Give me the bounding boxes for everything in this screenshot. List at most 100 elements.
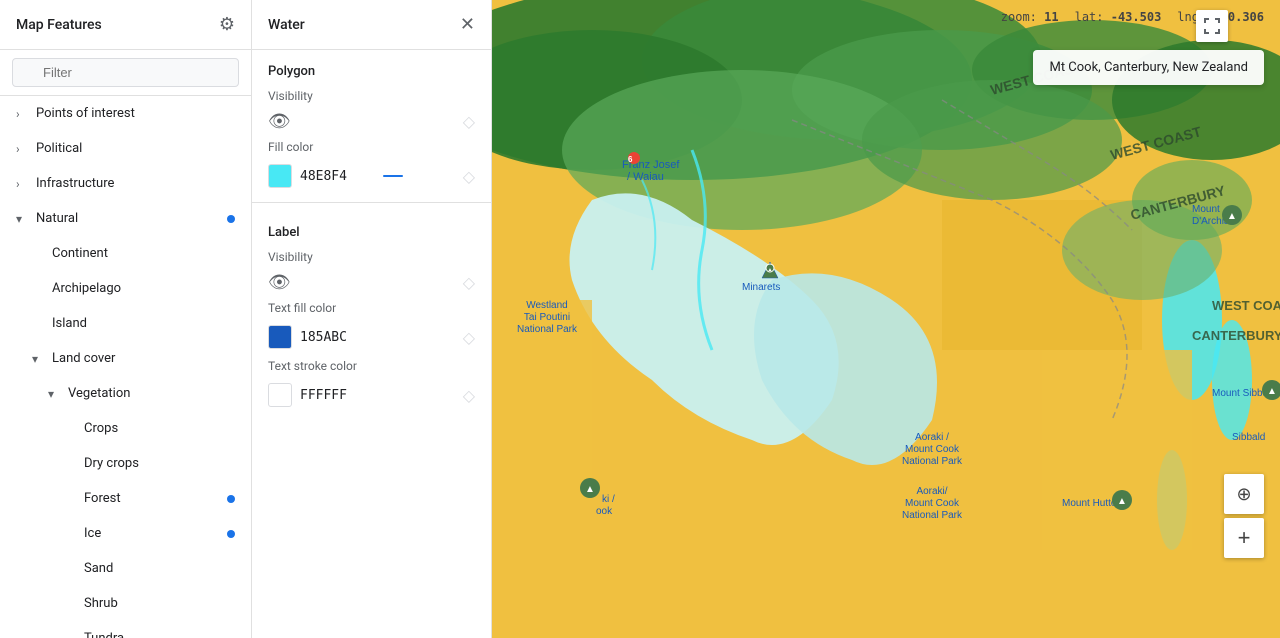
label-visibility-label: Visibility	[252, 246, 491, 264]
svg-text:Mount Cook: Mount Cook	[905, 498, 960, 509]
fill-color-diamond[interactable]: ◇	[463, 167, 475, 186]
svg-text:▲: ▲	[585, 484, 595, 495]
svg-text:Westland: Westland	[526, 300, 568, 311]
left-panel: Map Features ⚙ ☰ › Points of interest › Pol…	[0, 0, 252, 638]
sidebar-item-label: Forest	[84, 491, 227, 506]
fill-color-label: Fill color	[252, 136, 491, 154]
sidebar-item-label: Vegetation	[68, 386, 235, 401]
map-area[interactable]: zoom: 11 lat: -43.503 lng: 170.306 Mt Co…	[492, 0, 1280, 638]
sidebar-item-natural[interactable]: ▾Natural	[0, 201, 251, 236]
fill-color-swatch[interactable]	[268, 164, 292, 188]
chevron-icon: ›	[16, 107, 28, 121]
expand-icon	[1203, 17, 1221, 35]
active-dot	[227, 495, 235, 503]
sidebar-item-label: Ice	[84, 526, 227, 541]
sidebar-item-continent[interactable]: Continent	[0, 236, 251, 271]
polygon-section-title: Polygon	[252, 50, 491, 85]
chevron-icon: ›	[16, 142, 28, 156]
location-button[interactable]: ⊕	[1224, 474, 1264, 514]
svg-text:Aoraki/: Aoraki/	[916, 486, 947, 497]
text-stroke-diamond[interactable]: ◇	[463, 386, 475, 405]
chevron-icon: ›	[16, 177, 28, 191]
mid-panel: Water ✕ Polygon Visibility 👁 ◇ Fill colo…	[252, 0, 492, 638]
sidebar-item-label: Infrastructure	[36, 176, 235, 191]
sidebar-item-label: Continent	[52, 246, 235, 261]
zoom-in-button[interactable]: +	[1224, 518, 1264, 558]
sidebar-item-island[interactable]: Island	[0, 306, 251, 341]
filter-bar: ☰	[0, 50, 251, 96]
svg-text:National Park: National Park	[517, 324, 578, 335]
svg-text:Mount Cook: Mount Cook	[905, 444, 960, 455]
label-visibility-row: 👁 ◇	[252, 268, 491, 297]
svg-text:CANTERBURY: CANTERBURY	[1192, 328, 1280, 343]
close-button[interactable]: ✕	[460, 14, 475, 35]
sidebar-item-sand[interactable]: Sand	[0, 551, 251, 586]
gear-icon[interactable]: ⚙	[219, 14, 235, 35]
eye-icon[interactable]: 👁	[268, 111, 291, 132]
fill-color-hex: 48E8F4	[300, 169, 347, 184]
map-visualization: WEST COAST WEST COAST CANTERBURY WEST CO…	[492, 0, 1280, 638]
map-expand-button[interactable]	[1196, 10, 1228, 42]
label-visibility-diamond[interactable]: ◇	[463, 273, 475, 292]
chevron-icon: ▾	[32, 352, 44, 366]
sidebar-item-tundra[interactable]: Tundra	[0, 621, 251, 638]
svg-text:Sibbald: Sibbald	[1232, 432, 1265, 443]
text-fill-diamond[interactable]: ◇	[463, 328, 475, 347]
sidebar-item-label: Points of interest	[36, 106, 235, 121]
map-tooltip: Mt Cook, Canterbury, New Zealand	[1033, 50, 1264, 85]
polygon-visibility-row: 👁 ◇	[252, 107, 491, 136]
fill-color-row: 48E8F4 ◇	[252, 158, 491, 194]
sidebar-item-forest[interactable]: Forest	[0, 481, 251, 516]
map-features-title: Map Features	[16, 17, 102, 33]
active-dot	[227, 530, 235, 538]
sidebar-item-dry-crops[interactable]: Dry crops	[0, 446, 251, 481]
text-fill-color-row: 185ABC ◇	[252, 319, 491, 355]
sidebar-item-infrastructure[interactable]: › Infrastructure	[0, 166, 251, 201]
sidebar-item-land-cover[interactable]: ▾Land cover	[0, 341, 251, 376]
svg-text:▲: ▲	[1227, 211, 1237, 222]
sidebar-item-label: Political	[36, 141, 235, 156]
sidebar-item-crops[interactable]: Crops	[0, 411, 251, 446]
svg-text:National Park: National Park	[902, 456, 963, 467]
text-stroke-swatch-wrap[interactable]: FFFFFF	[268, 383, 347, 407]
text-stroke-color-row: FFFFFF ◇	[252, 377, 491, 413]
text-stroke-color-swatch[interactable]	[268, 383, 292, 407]
sidebar-item-label: Natural	[36, 211, 227, 226]
active-dot	[227, 215, 235, 223]
text-fill-color-hex: 185ABC	[300, 330, 347, 345]
sidebar-item-political[interactable]: › Political	[0, 131, 251, 166]
sidebar-item-label: Sand	[84, 561, 235, 576]
svg-text:ook: ook	[596, 506, 613, 517]
divider-1	[252, 202, 491, 203]
water-panel-title: Water	[268, 17, 305, 33]
polygon-visibility-label: Visibility	[252, 85, 491, 103]
svg-text:ki /: ki /	[602, 494, 615, 505]
text-fill-color-label: Text fill color	[252, 297, 491, 315]
mid-panel-header: Water ✕	[252, 0, 491, 50]
text-stroke-color-hex: FFFFFF	[300, 388, 347, 403]
svg-text:▲: ▲	[1267, 386, 1277, 397]
svg-text:Tai Poutini: Tai Poutini	[524, 312, 570, 323]
label-eye-icon[interactable]: 👁	[268, 272, 291, 293]
filter-input[interactable]	[12, 58, 239, 87]
sidebar-item-label: Archipelago	[52, 281, 235, 296]
svg-text:Mount: Mount	[1192, 204, 1220, 215]
sidebar-item-label: Dry crops	[84, 456, 235, 471]
text-fill-color-swatch[interactable]	[268, 325, 292, 349]
sidebar-item-label: Crops	[84, 421, 235, 436]
sidebar-item-vegetation[interactable]: ▾Vegetation	[0, 376, 251, 411]
sidebar-item-points-of-interest[interactable]: › Points of interest	[0, 96, 251, 131]
svg-text:▲: ▲	[768, 267, 773, 273]
sidebar-item-archipelago[interactable]: Archipelago	[0, 271, 251, 306]
sidebar-item-ice[interactable]: Ice	[0, 516, 251, 551]
svg-text:6: 6	[628, 155, 633, 164]
text-fill-swatch-wrap[interactable]: 185ABC	[268, 325, 347, 349]
svg-text:Aoraki /: Aoraki /	[915, 432, 949, 443]
polygon-visibility-diamond[interactable]: ◇	[463, 112, 475, 131]
left-panel-header: Map Features ⚙	[0, 0, 251, 50]
fill-color-swatch-wrap[interactable]: 48E8F4	[268, 164, 347, 188]
map-controls: ⊕ +	[1224, 474, 1264, 558]
sidebar-item-label: Shrub	[84, 596, 235, 611]
svg-text:National Park: National Park	[902, 510, 963, 521]
sidebar-item-shrub[interactable]: Shrub	[0, 586, 251, 621]
